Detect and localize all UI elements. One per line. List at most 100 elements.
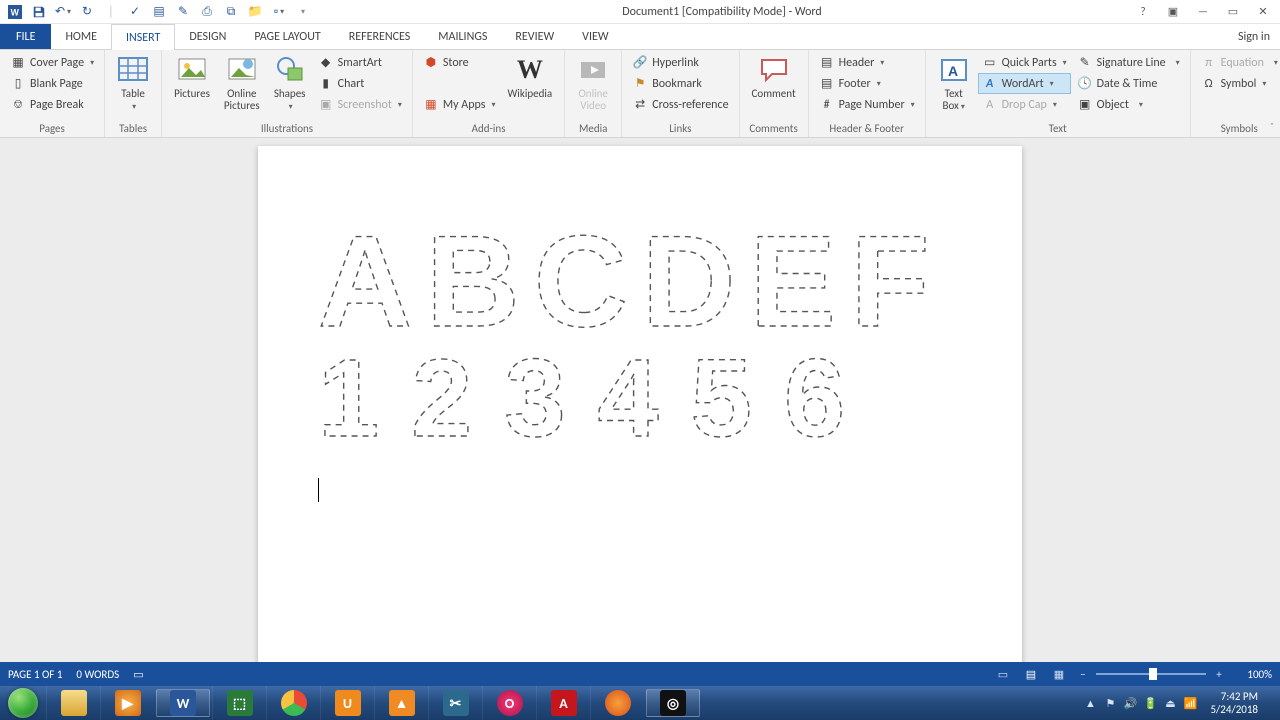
hyperlink-button[interactable]: 🔗Hyperlink <box>628 52 732 73</box>
status-words[interactable]: 0 WORDS <box>76 668 119 681</box>
drop-cap-button[interactable]: ADrop Cap▾ <box>978 94 1071 115</box>
taskbar-chrome[interactable] <box>266 686 320 720</box>
new-doc-icon[interactable]: ▤ <box>148 1 170 23</box>
wikipedia-button[interactable]: WWikipedia <box>502 52 559 102</box>
document-canvas[interactable]: ABCDEF 123456 <box>0 138 1280 662</box>
taskbar-uc[interactable]: U <box>320 686 374 720</box>
restore-icon[interactable]: ▭ <box>1220 1 1246 23</box>
tab-home[interactable]: HOME <box>51 24 111 49</box>
taskbar-opera[interactable]: O <box>482 686 536 720</box>
online-pictures-button[interactable]: Online Pictures <box>218 52 266 114</box>
my-apps-button[interactable]: ▦My Apps▾ <box>419 94 500 115</box>
zoom-slider[interactable] <box>1096 671 1206 677</box>
tab-design[interactable]: DESIGN <box>175 24 240 49</box>
start-button[interactable] <box>0 686 46 720</box>
taskbar-media-player[interactable]: ▶ <box>100 686 154 720</box>
touch-mode-icon[interactable]: ✓ <box>124 1 146 23</box>
tab-insert[interactable]: INSERT <box>111 24 175 50</box>
tab-view[interactable]: VIEW <box>568 24 622 49</box>
cover-page-button[interactable]: ▦Cover Page▾ <box>6 52 98 73</box>
taskbar-acrobat[interactable]: A <box>536 686 590 720</box>
table-button[interactable]: Table▾ <box>111 52 155 115</box>
tray-clock[interactable]: 7:42 PM 5/24/2018 <box>1200 690 1268 716</box>
online-pictures-icon <box>226 54 258 86</box>
help-icon[interactable]: ? <box>1130 1 1156 23</box>
equation-button[interactable]: πEquation▾ <box>1197 52 1280 73</box>
footer-button[interactable]: ▤Footer▾ <box>815 73 919 94</box>
page[interactable]: ABCDEF 123456 <box>258 146 1022 662</box>
tray-network-icon[interactable]: 📶 <box>1180 697 1200 710</box>
tray-battery-icon[interactable]: 🔋 <box>1140 697 1160 710</box>
status-proofing-icon[interactable]: ▭ <box>133 668 143 681</box>
view-print-layout-icon[interactable]: ▤ <box>1020 665 1042 683</box>
minimize-icon[interactable]: — <box>1190 1 1216 23</box>
page-number-button[interactable]: #Page Number▾ <box>815 94 919 115</box>
status-page[interactable]: PAGE 1 OF 1 <box>8 668 62 681</box>
quick-print-icon[interactable]: ✎ <box>172 1 194 23</box>
taskbar-word[interactable]: W <box>156 689 210 717</box>
tray-volume-icon[interactable]: 🔊 <box>1120 697 1140 710</box>
wordart-button[interactable]: AWordArt▾ <box>978 73 1071 94</box>
qat-icon-2[interactable]: ⧉ <box>220 1 242 23</box>
tab-review[interactable]: REVIEW <box>501 24 568 49</box>
online-video-button[interactable]: Online Video <box>571 52 615 114</box>
group-symbols: πEquation▾ ΩSymbol▾ Symbols <box>1191 50 1280 137</box>
redo-icon[interactable]: ↻ <box>76 1 98 23</box>
open-folder-icon[interactable]: 📁 <box>244 1 266 23</box>
text-box-button[interactable]: AText Box▾ <box>932 52 976 115</box>
qat-icon-1[interactable]: ⎙ <box>196 1 218 23</box>
header-button[interactable]: ▤Header▾ <box>815 52 919 73</box>
taskbar-vlc[interactable]: ▲ <box>374 686 428 720</box>
pictures-button[interactable]: Pictures <box>168 52 216 102</box>
date-time-button[interactable]: 🕓Date & Time <box>1073 73 1184 94</box>
svg-text:ABCDEF: ABCDEF <box>318 216 944 354</box>
taskbar-firefox[interactable] <box>590 686 644 720</box>
bookmark-label: Bookmark <box>652 77 702 91</box>
signature-line-button[interactable]: ✎Signature Line▾ <box>1073 52 1184 73</box>
svg-text:A: A <box>948 63 958 79</box>
ribbon-display-icon[interactable]: ▣ <box>1160 1 1186 23</box>
cross-reference-button[interactable]: ⇄Cross-reference <box>628 94 732 115</box>
screenshot-button[interactable]: ▣Screenshot▾ <box>314 94 406 115</box>
smartart-button[interactable]: ◆SmartArt <box>314 52 406 73</box>
chart-button[interactable]: ▮Chart <box>314 73 406 94</box>
undo-icon[interactable]: ↶▾ <box>52 1 74 23</box>
zoom-percent[interactable]: 100% <box>1232 668 1272 681</box>
group-tables-label: Tables <box>111 121 155 137</box>
taskbar-explorer[interactable] <box>46 686 100 720</box>
sign-in-link[interactable]: Sign in <box>1228 24 1280 49</box>
qat-customize-icon[interactable]: ▾ <box>292 1 314 23</box>
view-read-mode-icon[interactable]: ▭ <box>992 665 1014 683</box>
blank-page-button[interactable]: ▯Blank Page <box>6 73 98 94</box>
close-icon[interactable]: ✕ <box>1250 1 1276 23</box>
bookmark-button[interactable]: ⚑Bookmark <box>628 73 732 94</box>
symbol-button[interactable]: ΩSymbol▾ <box>1197 73 1280 94</box>
collapse-ribbon-icon[interactable]: ˆ <box>1270 120 1274 133</box>
tab-page-layout[interactable]: PAGE LAYOUT <box>240 24 334 49</box>
tray-safely-remove-icon[interactable]: ⏏ <box>1160 697 1180 710</box>
group-addins-label: Add-ins <box>419 121 558 137</box>
ribbon-tabs: FILE HOME INSERT DESIGN PAGE LAYOUT REFE… <box>0 24 1280 50</box>
taskbar-camera[interactable]: ◎ <box>646 689 700 717</box>
save-icon[interactable] <box>28 1 50 23</box>
page-break-button[interactable]: ⎊Page Break <box>6 94 98 115</box>
taskbar-app-1[interactable]: ⬚ <box>212 686 266 720</box>
zoom-out-button[interactable]: − <box>1076 668 1090 681</box>
zoom-in-button[interactable]: + <box>1212 668 1226 681</box>
tab-file[interactable]: FILE <box>0 24 51 49</box>
window-controls: ? ▣ — ▭ ✕ <box>1130 1 1276 23</box>
quick-parts-button[interactable]: ▭Quick Parts▾ <box>978 52 1071 73</box>
comment-button[interactable]: Comment <box>746 52 802 102</box>
taskbar-video-editor[interactable]: ✂ <box>428 686 482 720</box>
tab-mailings[interactable]: MAILINGS <box>424 24 501 49</box>
tray-show-hidden-icon[interactable]: ▲ <box>1080 697 1100 710</box>
store-button[interactable]: ⬢Store <box>419 52 500 73</box>
tray-action-center-icon[interactable]: ⚑ <box>1100 697 1120 710</box>
shapes-button[interactable]: Shapes▾ <box>268 52 312 115</box>
blank-doc-icon[interactable]: ▫▾ <box>268 1 290 23</box>
word-app-icon[interactable]: W <box>4 1 26 23</box>
tab-references[interactable]: REFERENCES <box>335 24 425 49</box>
object-button[interactable]: ▣Object▾ <box>1073 94 1184 115</box>
view-web-layout-icon[interactable]: ▦ <box>1048 665 1070 683</box>
hyperlink-label: Hyperlink <box>652 56 699 70</box>
